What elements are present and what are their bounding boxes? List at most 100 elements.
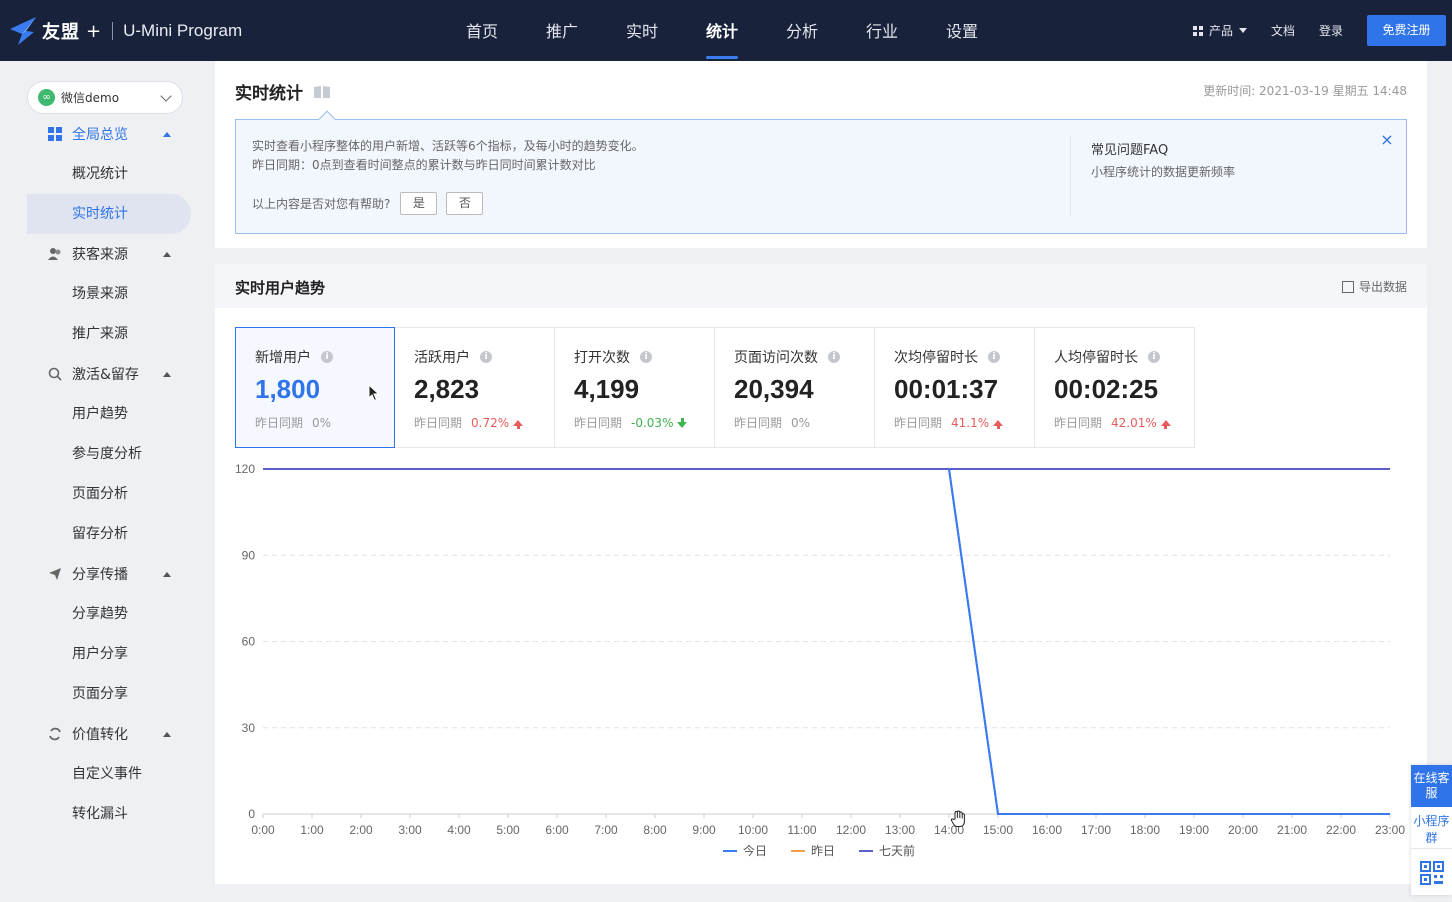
logo-subtitle: U-Mini Program xyxy=(123,21,243,40)
legend-label: 今日 xyxy=(743,844,768,858)
sidebar-item-3-0[interactable]: 分享趋势 xyxy=(27,594,191,634)
sidebar-item-2-3[interactable]: 留存分析 xyxy=(27,514,191,554)
convert-icon xyxy=(47,726,63,742)
logo-divider xyxy=(112,22,114,40)
chevron-up-icon xyxy=(163,372,171,377)
chevron-up-icon xyxy=(163,572,171,577)
chevron-up-icon xyxy=(163,132,171,137)
app-selector[interactable]: ∞ 微信demo xyxy=(27,81,183,114)
nav-item-2[interactable]: 实时 xyxy=(602,0,682,61)
x-tick-label: 9:00 xyxy=(692,823,716,837)
x-tick-label: 10:00 xyxy=(738,823,768,837)
info-line-1: 实时查看小程序整体的用户新增、活跃等6个指标，及每小时的趋势变化。 xyxy=(252,139,644,153)
hand-cursor-icon xyxy=(950,810,965,827)
info-divider xyxy=(1070,136,1071,216)
floating-service-widget: 在线客服 小程序群 xyxy=(1411,765,1452,895)
x-tick-label: 2:00 xyxy=(349,823,373,837)
sidebar-group-label: 价值转化 xyxy=(72,727,128,743)
legend-item-2[interactable]: 七天前 xyxy=(859,842,915,859)
yes-button[interactable]: 是 xyxy=(400,192,438,215)
legend-item-1[interactable]: 昨日 xyxy=(791,842,835,859)
product-menu[interactable]: 产品 xyxy=(1192,22,1247,39)
logo-text: 友盟 xyxy=(42,22,80,43)
info-notch xyxy=(318,110,336,128)
chevron-down-icon xyxy=(160,90,172,102)
book-icon[interactable] xyxy=(313,85,331,99)
no-button[interactable]: 否 xyxy=(446,192,484,215)
nav-item-3[interactable]: 统计 xyxy=(682,0,762,61)
close-icon[interactable]: × xyxy=(1380,132,1394,148)
sidebar-menu: 全局总览 概况统计 实时统计 获客来源 场景来源 推广来源 激活&留存 用户趋势 参与度分析 页面… xyxy=(27,114,191,834)
trend-card: 实时用户趋势 导出数据 新增用户 i 1,800 昨日同期 0% 活跃用户 i 2,823 昨日… xyxy=(215,264,1427,884)
send-icon xyxy=(47,566,63,582)
nav-item-4[interactable]: 分析 xyxy=(762,0,842,61)
sidebar-group-0[interactable]: 全局总览 xyxy=(27,114,191,154)
mini-program-icon: ∞ xyxy=(38,89,55,106)
sidebar-group-label: 激活&留存 xyxy=(72,367,139,383)
y-tick-label: 90 xyxy=(242,548,256,562)
brand-logo[interactable]: 友盟 + U-Mini Program xyxy=(8,14,242,48)
x-tick-label: 15:00 xyxy=(983,823,1013,837)
sidebar-group-4[interactable]: 价值转化 xyxy=(27,714,191,754)
sidebar-item-2-1[interactable]: 参与度分析 xyxy=(27,434,191,474)
x-tick-label: 7:00 xyxy=(594,823,618,837)
nav-item-0[interactable]: 首页 xyxy=(442,0,522,61)
nav-item-5[interactable]: 行业 xyxy=(842,0,922,61)
sidebar-item-3-2[interactable]: 页面分享 xyxy=(27,674,191,714)
chart-legend: 今日 昨日 七天前 xyxy=(723,842,939,859)
sidebar-item-1-0[interactable]: 场景来源 xyxy=(27,274,191,314)
faq-link[interactable]: 小程序统计的数据更新频率 xyxy=(1091,163,1235,180)
sidebar-group-label: 分享传播 xyxy=(72,567,128,583)
legend-label: 昨日 xyxy=(811,844,836,858)
x-tick-label: 20:00 xyxy=(1228,823,1258,837)
sidebar-group-2[interactable]: 激活&留存 xyxy=(27,354,191,394)
chevron-up-icon xyxy=(163,252,171,257)
dashboard-icon xyxy=(47,126,63,142)
search-activate-icon xyxy=(47,366,63,382)
sidebar-item-0-0[interactable]: 概况统计 xyxy=(27,154,191,194)
y-tick-label: 120 xyxy=(235,462,255,476)
sidebar-item-2-2[interactable]: 页面分析 xyxy=(27,474,191,514)
sidebar-group-1[interactable]: 获客来源 xyxy=(27,234,191,274)
page-title: 实时统计 xyxy=(235,79,331,104)
x-tick-label: 3:00 xyxy=(398,823,422,837)
sidebar-item-4-0[interactable]: 自定义事件 xyxy=(27,754,191,794)
online-service-button[interactable]: 在线客服 xyxy=(1411,765,1452,807)
x-tick-label: 17:00 xyxy=(1081,823,1111,837)
signup-button[interactable]: 免费注册 xyxy=(1367,15,1446,46)
sidebar-group-3[interactable]: 分享传播 xyxy=(27,554,191,594)
x-tick-label: 11:00 xyxy=(787,823,816,837)
sidebar-group-label: 获客来源 xyxy=(72,247,128,263)
logo-plus: + xyxy=(86,20,103,42)
y-tick-label: 30 xyxy=(242,721,256,735)
sidebar-item-0-1[interactable]: 实时统计 xyxy=(27,194,191,234)
legend-swatch xyxy=(859,849,874,852)
product-label: 产品 xyxy=(1208,24,1233,38)
sidebar-group-label: 全局总览 xyxy=(72,127,128,143)
sidebar-item-3-1[interactable]: 用户分享 xyxy=(27,634,191,674)
docs-link[interactable]: 文档 xyxy=(1271,22,1295,39)
y-tick-label: 60 xyxy=(242,635,256,649)
grid-icon xyxy=(1192,25,1203,36)
legend-item-0[interactable]: 今日 xyxy=(723,842,767,859)
x-tick-label: 1:00 xyxy=(300,823,324,837)
mini-program-group-button[interactable]: 小程序群 xyxy=(1411,807,1452,849)
sidebar-item-4-1[interactable]: 转化漏斗 xyxy=(27,794,191,834)
update-time: 更新时间: 2021-03-19 星期五 14:48 xyxy=(1203,84,1407,98)
nav-item-1[interactable]: 推广 xyxy=(522,0,602,61)
chevron-up-icon xyxy=(163,732,171,737)
y-tick-label: 0 xyxy=(248,807,255,821)
sidebar-item-1-1[interactable]: 推广来源 xyxy=(27,314,191,354)
info-line-2: 昨日同期：0点到查看时间整点的累计数与昨日同时间累计数对比 xyxy=(252,158,596,172)
x-tick-label: 13:00 xyxy=(885,823,915,837)
helpful-feedback: 以上内容是否对您有帮助? 是 否 xyxy=(252,192,484,215)
bird-logo-icon xyxy=(10,17,36,45)
x-tick-label: 21:00 xyxy=(1277,823,1307,837)
x-tick-label: 18:00 xyxy=(1130,823,1160,837)
sidebar-item-2-0[interactable]: 用户趋势 xyxy=(27,394,191,434)
login-link[interactable]: 登录 xyxy=(1319,22,1343,39)
nav-item-6[interactable]: 设置 xyxy=(922,0,1002,61)
x-tick-label: 5:00 xyxy=(496,823,520,837)
qr-code-icon[interactable] xyxy=(1420,861,1444,885)
faq-title: 常见问题FAQ xyxy=(1091,143,1169,158)
